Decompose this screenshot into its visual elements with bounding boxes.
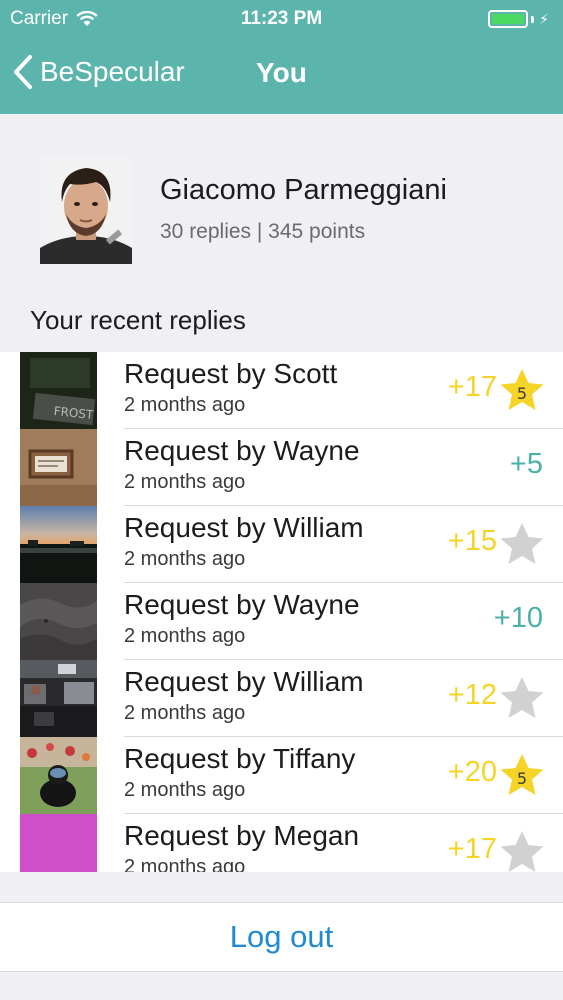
gray-star-icon [500, 831, 544, 872]
request-time: 2 months ago [124, 625, 246, 647]
points-label: +20 [447, 756, 497, 788]
request-time: 2 months ago [124, 394, 246, 416]
profile-name: Giacomo Parmeggiani [160, 174, 447, 206]
request-title: Request by Scott [124, 358, 338, 389]
star-value: 5 [517, 384, 527, 403]
request-title: Request by Megan [124, 820, 360, 851]
request-title: Request by Wayne [124, 435, 360, 466]
points-label: +17 [447, 833, 497, 865]
navigation-bar: BeSpecular You [0, 38, 563, 114]
gray-star-icon [500, 523, 544, 564]
request-time: 2 months ago [124, 471, 246, 493]
profile-header: Giacomo Parmeggiani 30 replies | 345 poi… [0, 114, 563, 294]
list-item[interactable]: Request by William 2 months ago +15 [0, 506, 563, 583]
gold-star-icon: 5 [500, 369, 544, 410]
request-title: Request by William [124, 512, 364, 543]
charging-bolt-icon: ⚡ [539, 10, 549, 27]
points-label: +5 [509, 448, 543, 480]
list-item[interactable]: Request by William 2 months ago +12 [0, 660, 563, 737]
status-time: 11:23 PM [240, 8, 323, 29]
request-time: 2 months ago [124, 548, 246, 570]
star-value: 5 [517, 769, 527, 788]
page-title: You [256, 57, 307, 88]
request-time: 2 months ago [124, 856, 246, 872]
request-thumbnail [20, 583, 97, 660]
request-thumbnail: FROST [20, 352, 97, 429]
request-title: Request by William [124, 666, 364, 697]
list-item[interactable]: Request by Wayne 2 months ago +10 [0, 583, 563, 660]
request-thumbnail [20, 814, 97, 872]
gold-star-icon: 5 [500, 754, 544, 795]
section-title: Your recent replies [30, 305, 246, 335]
avatar [40, 156, 132, 264]
list-item[interactable]: Request by Tiffany 2 months ago +20 5 [0, 737, 563, 814]
back-label: BeSpecular [40, 56, 185, 87]
request-thumbnail [20, 506, 97, 583]
list-item[interactable]: Request by Megan 2 months ago +17 [0, 814, 563, 872]
request-title: Request by Wayne [124, 589, 360, 620]
logout-button[interactable]: Log out [0, 902, 563, 972]
battery-icon: ⚡ [488, 10, 549, 28]
points-label: +17 [447, 371, 497, 403]
replies-list: FROST Request by Scott 2 months ago +17 … [0, 352, 563, 872]
list-item[interactable]: FROST Request by Scott 2 months ago +17 … [0, 352, 563, 429]
request-thumbnail [20, 737, 97, 814]
back-button[interactable]: BeSpecular [12, 54, 185, 90]
points-label: +10 [493, 602, 543, 634]
request-thumbnail [20, 660, 97, 737]
chevron-left-icon [14, 55, 32, 89]
request-title: Request by Tiffany [124, 743, 356, 774]
points-label: +12 [447, 679, 497, 711]
profile-stats: 30 replies | 345 points [160, 220, 366, 243]
request-time: 2 months ago [124, 702, 246, 724]
gray-star-icon [500, 677, 544, 718]
list-item[interactable]: Request by Wayne 2 months ago +5 [0, 429, 563, 506]
points-label: +15 [447, 525, 497, 557]
request-thumbnail [20, 429, 97, 506]
status-bar: Carrier 11:23 PM ⚡ [0, 0, 563, 38]
request-time: 2 months ago [124, 779, 246, 801]
